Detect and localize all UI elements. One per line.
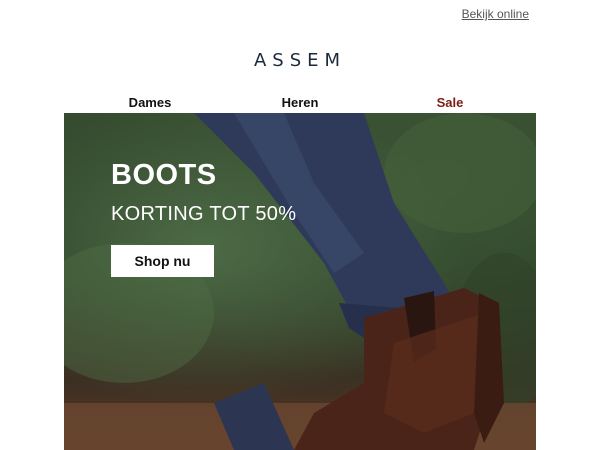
hero-banner[interactable]: BOOTS KORTING TOT 50% Shop nu <box>64 113 536 450</box>
view-online-link[interactable]: Bekijk online <box>462 7 529 21</box>
nav-item-heren[interactable]: Heren <box>282 95 319 110</box>
brand-logo[interactable]: ASSEM <box>0 50 600 71</box>
hero-subtitle: KORTING TOT 50% <box>111 203 297 225</box>
shop-now-button[interactable]: Shop nu <box>111 245 214 277</box>
main-nav: Dames Heren Sale <box>64 95 536 113</box>
nav-item-dames[interactable]: Dames <box>129 95 172 110</box>
hero-title: BOOTS <box>111 159 217 191</box>
nav-item-sale[interactable]: Sale <box>437 95 464 110</box>
email-page: Bekijk online ASSEM Dames Heren Sale BOO <box>0 0 600 450</box>
